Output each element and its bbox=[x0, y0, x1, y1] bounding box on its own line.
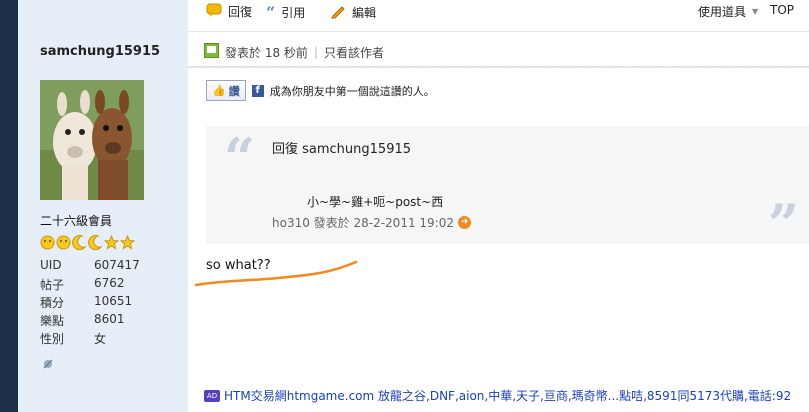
reply-label: 回復 bbox=[228, 5, 253, 19]
stat-row: UID 607417 bbox=[40, 258, 140, 276]
reply-button[interactable]: 回復 bbox=[206, 3, 252, 20]
quote-body: 小~學~雞+呃~post~西 bbox=[307, 195, 444, 209]
quote-footer: ho310 發表於 28-2-2011 19:02 ➜ bbox=[272, 214, 471, 231]
post-toolbar: 回復 “ 引用 編輯 使用道具 ▼ TOP bbox=[188, 0, 809, 24]
stat-value: 8601 bbox=[94, 312, 125, 326]
stat-row: 帖子 6762 bbox=[40, 276, 140, 294]
speech-bubble-icon bbox=[206, 3, 222, 20]
stat-label: 積分 bbox=[40, 296, 65, 310]
quote-button[interactable]: “ 引用 bbox=[266, 3, 305, 22]
tools-menu[interactable]: 使用道具 ▼ bbox=[698, 3, 758, 20]
moon-icon bbox=[88, 235, 103, 251]
thumbs-up-icon: 👍 bbox=[212, 84, 226, 97]
edit-label: 編輯 bbox=[352, 6, 377, 20]
close-quote-icon: ” bbox=[767, 192, 799, 256]
like-text: 成為你朋友中第一個說這讚的人。 bbox=[269, 84, 435, 98]
profile-username[interactable]: samchung15915 bbox=[40, 44, 160, 59]
chevron-down-icon: ▼ bbox=[752, 7, 759, 16]
like-button[interactable]: 👍 讚 bbox=[206, 80, 246, 101]
ad-text: HTM交易網htmgame.com 放龍之谷,DNF,aion,中華,天子,亘商… bbox=[224, 389, 792, 403]
tools-label: 使用道具 bbox=[698, 5, 747, 19]
divider bbox=[188, 66, 809, 68]
stat-value: 607417 bbox=[94, 258, 140, 272]
stat-row: 樂點 8601 bbox=[40, 312, 140, 330]
edit-button[interactable]: 編輯 bbox=[330, 3, 376, 22]
stat-label: 帖子 bbox=[40, 278, 65, 292]
profile-stats: UID 607417 帖子 6762 積分 10651 樂點 8601 性別 女 bbox=[40, 258, 140, 348]
facebook-icon: f bbox=[251, 84, 264, 97]
post-time: 發表於 18 秒前 bbox=[225, 45, 308, 60]
star-icon bbox=[119, 234, 136, 250]
post-icon bbox=[204, 43, 219, 61]
avatar[interactable] bbox=[40, 80, 144, 200]
star-icon bbox=[103, 234, 120, 250]
post-meta: 發表於 18 秒前 | 只看該作者 bbox=[204, 43, 384, 61]
divider bbox=[188, 31, 809, 32]
stat-label: 性別 bbox=[40, 332, 65, 346]
goto-post-icon[interactable]: ➜ bbox=[457, 216, 471, 229]
quote-label: 引用 bbox=[281, 6, 306, 20]
orange-underline-annotation bbox=[194, 260, 358, 287]
top-link[interactable]: TOP bbox=[770, 3, 794, 17]
pencil-icon bbox=[330, 3, 346, 22]
author-only-link[interactable]: 只看該作者 bbox=[324, 44, 384, 61]
stat-label: 樂點 bbox=[40, 314, 65, 328]
top-label: TOP bbox=[770, 3, 795, 17]
facebook-like: 👍 讚 f 成為你朋友中第一個說這讚的人。 bbox=[206, 80, 435, 101]
stat-value: 6762 bbox=[94, 276, 125, 290]
left-dark-bar bbox=[0, 0, 18, 412]
quote-header: 回復 samchung15915 bbox=[272, 142, 412, 157]
quote-icon: “ bbox=[266, 3, 276, 22]
rank-icons bbox=[40, 234, 136, 251]
quote-block: “ 回復 samchung15915 小~學~雞+呃~post~西 ho310 … bbox=[206, 126, 809, 256]
like-button-label: 讚 bbox=[228, 84, 240, 98]
ad-icon: AD bbox=[204, 389, 220, 402]
meta-separator: | bbox=[313, 45, 318, 59]
stat-row: 積分 10651 bbox=[40, 294, 140, 312]
stat-row: 性別 女 bbox=[40, 330, 140, 348]
moon-icon bbox=[72, 235, 87, 251]
sun-icon bbox=[40, 235, 55, 250]
online-status-icon[interactable] bbox=[42, 358, 54, 373]
ad-link[interactable]: AD HTM交易網htmgame.com 放龍之谷,DNF,aion,中華,天子… bbox=[204, 387, 791, 404]
open-quote-icon: “ bbox=[224, 126, 256, 190]
stat-value: 女 bbox=[94, 332, 107, 346]
profile-panel: samchung15915 二十六級會員 UID 607417 帖子 6762 … bbox=[18, 0, 209, 412]
post-area: 回復 “ 引用 編輯 使用道具 ▼ TOP 發表於 18 秒前 | 只看該作者 … bbox=[188, 0, 809, 412]
stat-value: 10651 bbox=[94, 294, 133, 308]
sun-icon bbox=[56, 235, 71, 250]
stat-label: UID bbox=[40, 258, 62, 272]
rank-title: 二十六級會員 bbox=[40, 214, 113, 228]
quote-source: ho310 發表於 28-2-2011 19:02 bbox=[272, 216, 454, 230]
